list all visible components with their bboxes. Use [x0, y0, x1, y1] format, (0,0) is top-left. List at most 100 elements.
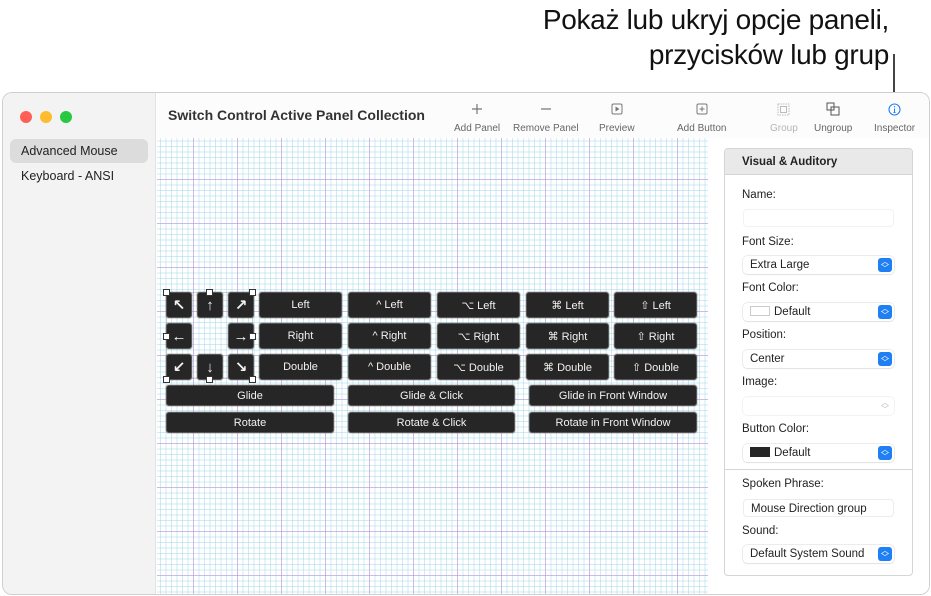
- minimize-window-button[interactable]: [40, 111, 52, 123]
- panel-button-label: Glide in Front Window: [558, 389, 668, 402]
- panel-button-label: ⌥ Right: [457, 330, 500, 343]
- group-button[interactable]: Group: [770, 101, 798, 134]
- panel-button-double[interactable]: Double: [259, 354, 342, 380]
- sound-select[interactable]: Default System Sound ︿ ﹀: [743, 545, 894, 563]
- selection-handle-bottom[interactable]: [206, 376, 213, 383]
- button-color-value: Default: [774, 447, 811, 459]
- panel-button-label: Double: [283, 361, 318, 373]
- sidebar: Advanced Mouse Keyboard - ANSI: [3, 93, 156, 594]
- position-select[interactable]: Center ︿ ﹀: [743, 350, 894, 368]
- play-square-icon: [611, 101, 623, 117]
- panel-button-label: Left: [291, 299, 310, 311]
- arrow-down-right-icon: ↘: [234, 359, 248, 376]
- arrow-left-icon: ←: [171, 327, 187, 345]
- position-value: Center: [750, 353, 785, 365]
- image-select[interactable]: ︿ ﹀: [743, 397, 894, 415]
- remove-panel-button[interactable]: Remove Panel: [513, 101, 579, 134]
- arrow-down-icon: ↓: [206, 358, 214, 376]
- updown-chevron-icon: ︿ ﹀: [878, 547, 892, 562]
- sidebar-item-keyboard-ansi[interactable]: Keyboard - ANSI: [10, 164, 148, 188]
- panel-button-shift-double[interactable]: ⇧ Double: [614, 354, 697, 380]
- preview-button[interactable]: Preview: [599, 101, 635, 134]
- plus-icon: [471, 101, 483, 117]
- sound-label: Sound:: [742, 525, 779, 537]
- panel-button-opt-double[interactable]: ⌥ Double: [437, 354, 520, 380]
- zoom-window-button[interactable]: [60, 111, 72, 123]
- group-icon: [777, 101, 790, 117]
- plus-square-icon: [696, 101, 708, 117]
- panel-button-cmd-left[interactable]: ⌘ Left: [526, 292, 609, 318]
- name-label: Name:: [742, 189, 776, 201]
- window-controls: [20, 111, 72, 123]
- selection-handle-top[interactable]: [206, 289, 213, 296]
- panel-button-shift-right[interactable]: ⇧ Right: [614, 323, 697, 349]
- panel-button-ctrl-double[interactable]: ^ Double: [348, 354, 431, 380]
- window-title: Switch Control Active Panel Collection: [168, 107, 425, 123]
- add-panel-label: Add Panel: [454, 123, 501, 134]
- selection-handle-bottom-right[interactable]: [249, 376, 256, 383]
- add-button-label: Add Button: [677, 123, 727, 134]
- panel-button-cmd-double[interactable]: ⌘ Double: [526, 354, 609, 380]
- panel-button-label: ^ Left: [376, 299, 403, 311]
- selection-handle-top-left[interactable]: [163, 289, 170, 296]
- panel-button-rotate-click[interactable]: Rotate & Click: [348, 412, 515, 433]
- arrow-up-right-icon: ↗: [234, 297, 248, 314]
- panel-button-opt-left[interactable]: ⌥ Left: [437, 292, 520, 318]
- panel-button-label: ⌥ Left: [461, 299, 496, 312]
- font-size-select[interactable]: Extra Large ︿ ﹀: [743, 256, 894, 274]
- inspector-button[interactable]: Inspector: [874, 101, 915, 134]
- selection-handle-top-right[interactable]: [249, 289, 256, 296]
- arrow-up-icon: ↑: [206, 296, 214, 314]
- panel-button-glide[interactable]: Glide: [166, 385, 334, 406]
- panel-button-rotate[interactable]: Rotate: [166, 412, 334, 433]
- font-color-select[interactable]: Default ︿ ﹀: [743, 303, 894, 321]
- panel-button-ctrl-right[interactable]: ^ Right: [348, 323, 431, 349]
- updown-chevron-icon: ︿ ﹀: [878, 446, 892, 461]
- toolbar: Switch Control Active Panel Collection A…: [157, 93, 929, 138]
- inspector-label: Inspector: [874, 123, 916, 134]
- close-window-button[interactable]: [20, 111, 32, 123]
- sidebar-item-advanced-mouse[interactable]: Advanced Mouse: [10, 139, 148, 163]
- font-size-value: Extra Large: [750, 259, 810, 271]
- spoken-phrase-field[interactable]: Mouse Direction group: [743, 499, 894, 517]
- callout-line-1: Pokaż lub ukryj opcje paneli,: [542, 4, 889, 35]
- updown-chevron-icon: ︿ ﹀: [878, 305, 892, 320]
- panel-button-label: ⇧ Double: [631, 361, 680, 374]
- font-size-label: Font Size:: [742, 236, 794, 248]
- inspector-section-title: Visual & Auditory: [725, 149, 912, 175]
- selection-handle-right[interactable]: [249, 333, 256, 340]
- selection-handle-left[interactable]: [163, 333, 170, 340]
- panel-button-label: ⇧ Left: [640, 299, 671, 312]
- arrow-down-left-icon: ↙: [172, 359, 186, 376]
- panel-button-label: ⇧ Right: [636, 330, 675, 343]
- panel-button-cmd-right[interactable]: ⌘ Right: [526, 323, 609, 349]
- panel-button-opt-right[interactable]: ⌥ Right: [437, 323, 520, 349]
- updown-chevron-icon: ︿ ﹀: [878, 352, 892, 367]
- group-label: Group: [770, 123, 798, 134]
- font-color-swatch: [750, 306, 770, 316]
- panel-button-label: Rotate in Front Window: [555, 416, 671, 429]
- font-color-value: Default: [774, 306, 811, 318]
- ungroup-icon: [826, 101, 840, 117]
- panel-button-ctrl-left[interactable]: ^ Left: [348, 292, 431, 318]
- button-color-select[interactable]: Default ︿ ﹀: [743, 444, 894, 462]
- panel-button-label: ⌘ Double: [543, 361, 592, 374]
- panel-button-rotate-front-window[interactable]: Rotate in Front Window: [529, 412, 697, 433]
- selection-handle-bottom-left[interactable]: [163, 376, 170, 383]
- ungroup-button[interactable]: Ungroup: [814, 101, 852, 134]
- panel-button-left[interactable]: Left: [259, 292, 342, 318]
- name-field[interactable]: [743, 209, 894, 227]
- panel-button-shift-left[interactable]: ⇧ Left: [614, 292, 697, 318]
- panel-button-label: Glide: [237, 389, 263, 402]
- updown-chevron-icon: ︿ ﹀: [878, 258, 892, 273]
- panel-button-label: ⌥ Double: [453, 361, 504, 374]
- inspector-panel: Visual & Auditory Name: Font Size: Extra…: [724, 148, 913, 576]
- panel-button-label: ⌘ Left: [551, 299, 584, 312]
- panel-button-right[interactable]: Right: [259, 323, 342, 349]
- sidebar-item-label: Advanced Mouse: [21, 144, 118, 158]
- add-button-button[interactable]: Add Button: [677, 101, 726, 134]
- arrow-up-left-icon: ↖: [172, 297, 186, 314]
- add-panel-button[interactable]: Add Panel: [454, 101, 500, 134]
- panel-button-glide-click[interactable]: Glide & Click: [348, 385, 515, 406]
- panel-button-glide-front-window[interactable]: Glide in Front Window: [529, 385, 697, 406]
